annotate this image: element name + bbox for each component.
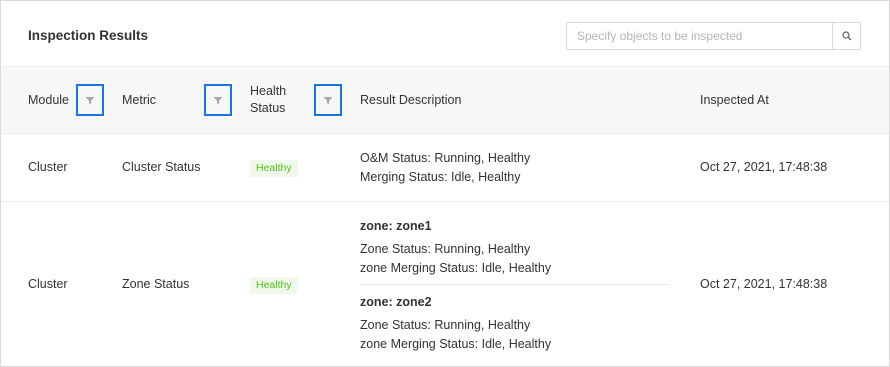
description-line: Merging Status: Idle, Healthy	[360, 170, 521, 184]
zone-title: zone: zone2	[360, 295, 432, 309]
search-input[interactable]	[566, 22, 832, 50]
metric-filter-button[interactable]	[204, 84, 232, 116]
column-header-inspected-at: Inspected At	[700, 93, 769, 107]
module-filter-button[interactable]	[76, 84, 104, 116]
zone-block: zone: zone2 Zone Status: Running, Health…	[360, 293, 551, 354]
description-line: Zone Status: Running, Healthy	[360, 318, 531, 332]
search-button[interactable]	[832, 22, 861, 50]
inspection-results-panel: Inspection Results Module Metric He	[0, 0, 890, 367]
zone-title: zone: zone1	[360, 219, 432, 233]
column-header-module: Module	[28, 93, 69, 107]
zone-block: zone: zone1 Zone Status: Running, Health…	[360, 217, 551, 278]
health-header-line1: Health	[250, 84, 287, 98]
inspected-at-cell: Oct 27, 2021, 17:48:38	[700, 160, 828, 174]
status-badge: Healthy	[250, 277, 298, 294]
health-header-line2: Status	[250, 101, 286, 115]
status-badge: Healthy	[250, 160, 298, 177]
metric-cell: Cluster Status	[122, 160, 201, 174]
table-row: Cluster Cluster Status Healthy O&M Statu…	[1, 134, 889, 202]
module-cell: Cluster	[28, 160, 68, 174]
filter-icon	[213, 96, 223, 104]
search-bar	[566, 22, 861, 50]
page-title: Inspection Results	[28, 28, 149, 43]
health-status-filter-button[interactable]	[314, 84, 342, 116]
column-header-result-description: Result Description	[360, 93, 462, 107]
zone-divider	[360, 284, 670, 285]
description-line: zone Merging Status: Idle, Healthy	[360, 261, 552, 275]
column-header-metric: Metric	[122, 93, 157, 107]
table-header: Module Metric Health Status Result Descr…	[1, 67, 889, 134]
module-cell: Cluster	[28, 277, 68, 291]
table-row: Cluster Zone Status Healthy zone: zone1 …	[1, 202, 889, 366]
panel-header: Inspection Results	[1, 1, 889, 67]
filter-icon	[323, 96, 333, 104]
column-header-health-status: Health Status	[250, 83, 286, 117]
inspected-at-cell: Oct 27, 2021, 17:48:38	[700, 277, 828, 291]
description-line: Zone Status: Running, Healthy	[360, 242, 531, 256]
filter-icon	[85, 96, 95, 104]
description-line: zone Merging Status: Idle, Healthy	[360, 337, 552, 351]
description-line: O&M Status: Running, Healthy	[360, 151, 531, 165]
metric-cell: Zone Status	[122, 277, 190, 291]
search-icon	[841, 31, 851, 41]
result-description-cell: O&M Status: Running, Healthy Merging Sta…	[360, 149, 530, 187]
